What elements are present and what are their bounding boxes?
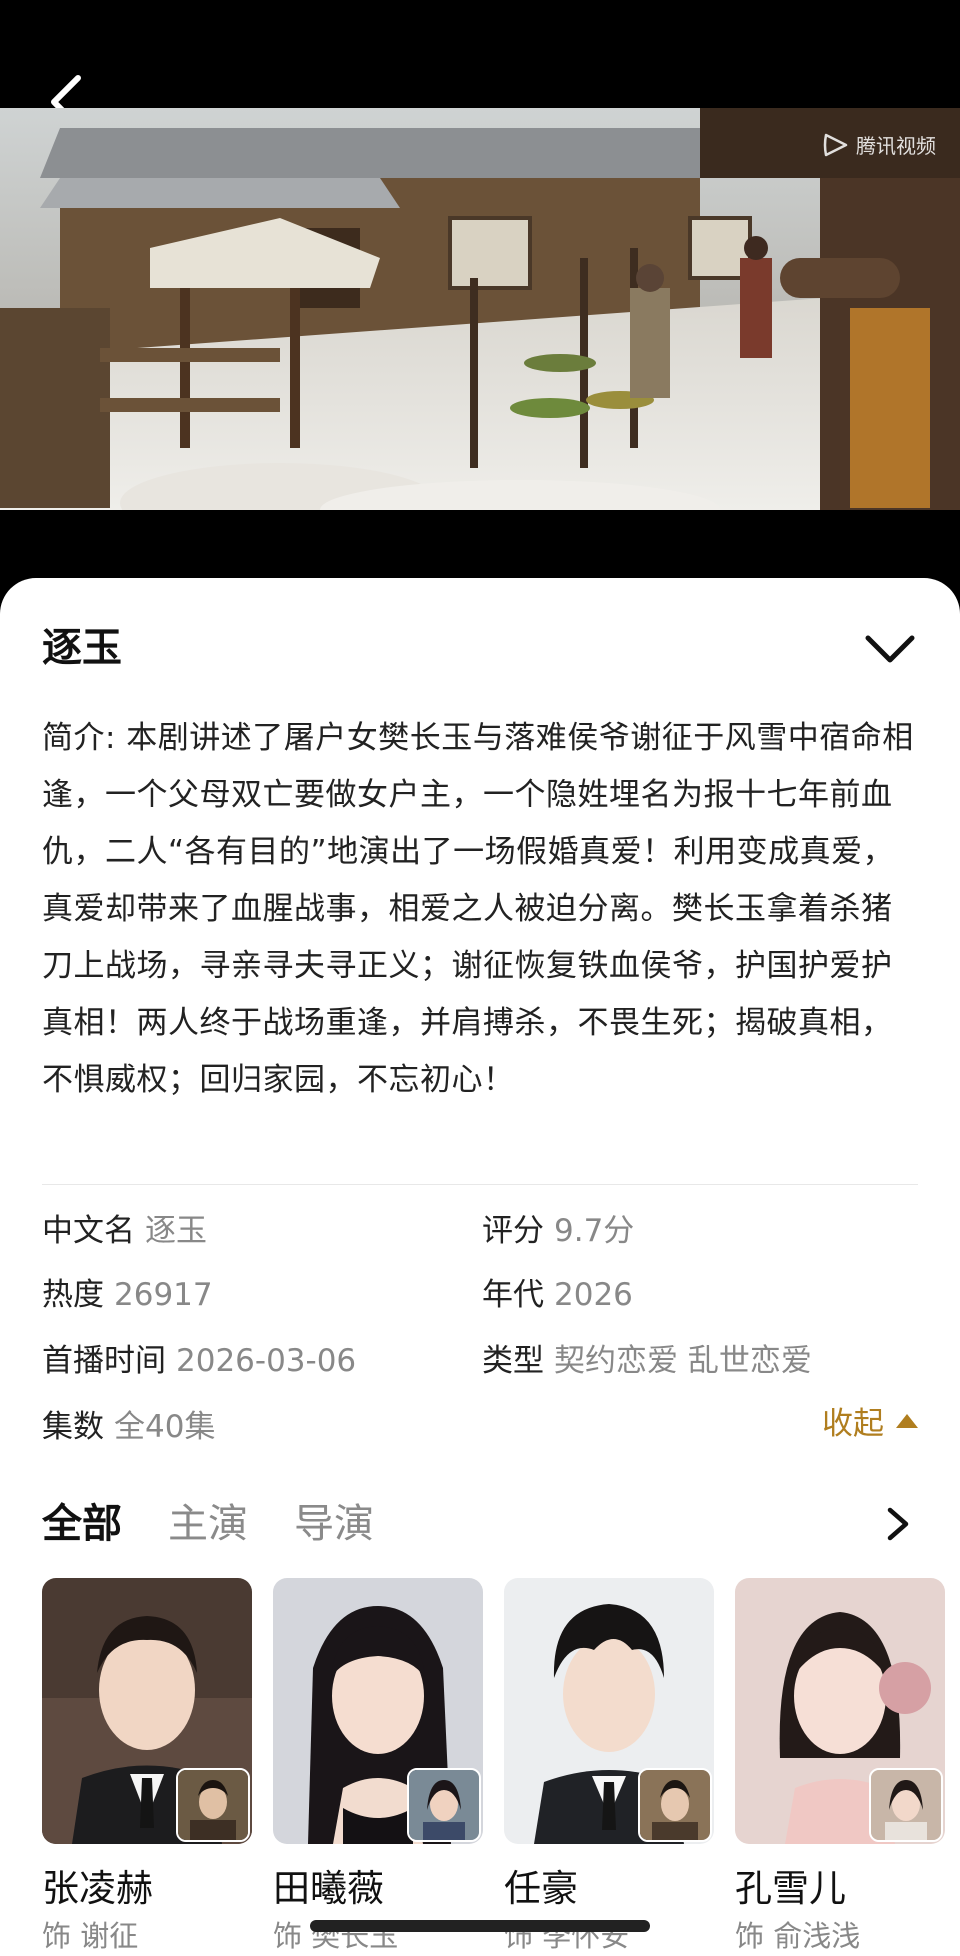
character-thumbnail	[176, 1768, 250, 1842]
collapse-label: 收起	[822, 1406, 884, 1442]
info-value: 2026	[554, 1277, 633, 1313]
info-label: 首播时间	[42, 1343, 166, 1379]
video-player[interactable]: 腾讯视频	[0, 108, 960, 510]
cast-card[interactable]: 任豪 饰 李怀安	[504, 1578, 714, 1956]
info-cn-name: 中文名 逐玉	[42, 1208, 207, 1254]
info-genre: 类型 契约恋爱 乱世恋爱	[482, 1338, 812, 1384]
info-value: 9.7分	[554, 1213, 635, 1249]
cast-more-button[interactable]	[878, 1504, 918, 1544]
role-name: 饰 俞浅浅	[735, 1919, 861, 1953]
info-year: 年代 2026	[482, 1272, 633, 1318]
info-premiere: 首播时间 2026-03-06	[42, 1338, 356, 1384]
info-label: 评分	[482, 1213, 544, 1249]
tab-all[interactable]: 全部	[42, 1494, 122, 1554]
actor-name: 田曦薇	[273, 1867, 384, 1910]
tab-lead-actors[interactable]: 主演	[168, 1494, 248, 1554]
play-logo-icon	[823, 133, 848, 156]
actor-photo	[504, 1578, 714, 1844]
collapse-sheet-button[interactable]	[862, 628, 918, 672]
info-label: 类型	[482, 1343, 544, 1379]
actor-photo	[273, 1578, 483, 1844]
character-thumbnail	[407, 1768, 481, 1842]
tab-directors[interactable]: 导演	[294, 1494, 374, 1554]
cast-card[interactable]: 张凌赫 饰 谢征	[42, 1578, 252, 1956]
watermark-text: 腾讯视频	[856, 134, 936, 158]
actor-photo	[42, 1578, 252, 1844]
triangle-up-icon	[896, 1413, 918, 1428]
info-value: 26917	[114, 1277, 213, 1313]
show-title: 逐玉	[42, 625, 122, 671]
info-label: 年代	[482, 1277, 544, 1313]
divider	[42, 1184, 918, 1185]
character-thumbnail	[869, 1768, 943, 1842]
info-heat: 热度 26917	[42, 1272, 213, 1318]
cast-card[interactable]: 孔雪儿 饰 俞浅浅	[735, 1578, 945, 1956]
video-area: 腾讯视频	[0, 0, 960, 600]
info-label: 热度	[42, 1277, 104, 1313]
chevron-down-icon	[865, 635, 915, 663]
info-episodes: 集数 全40集	[42, 1404, 215, 1450]
cast-tabs: 全部 主演 导演	[42, 1494, 918, 1554]
info-score: 评分 9.7分	[482, 1208, 634, 1254]
actor-name: 任豪	[504, 1867, 578, 1910]
info-value: 全40集	[114, 1409, 216, 1445]
actor-name: 张凌赫	[42, 1867, 153, 1910]
actor-name: 孔雪儿	[735, 1867, 846, 1910]
home-indicator[interactable]	[310, 1920, 650, 1932]
chevron-right-icon	[887, 1507, 909, 1541]
info-label: 集数	[42, 1409, 104, 1445]
info-value: 2026-03-06	[176, 1343, 357, 1379]
cast-list: 张凌赫 饰 谢征 田曦薇 饰 樊长玉 任豪 饰 李怀安 孔雪儿 饰 俞浅浅	[42, 1578, 960, 1956]
character-thumbnail	[638, 1768, 712, 1842]
cast-card[interactable]: 田曦薇 饰 樊长玉	[273, 1578, 483, 1956]
synopsis-text: 简介: 本剧讲述了屠户女樊长玉与落难侯爷谢征于风雪中宿命相逢，一个父母双亡要做女…	[42, 720, 914, 1098]
info-label: 中文名	[42, 1213, 135, 1249]
title-row: 逐玉	[42, 618, 918, 678]
actor-photo	[735, 1578, 945, 1844]
watermark: 腾讯视频	[822, 130, 936, 159]
info-value: 契约恋爱 乱世恋爱	[554, 1343, 812, 1379]
role-name: 饰 谢征	[42, 1919, 139, 1953]
info-value: 逐玉	[145, 1213, 207, 1249]
collapse-info-button[interactable]: 收起	[822, 1398, 918, 1443]
detail-sheet: 逐玉 简介: 本剧讲述了屠户女樊长玉与落难侯爷谢征于风雪中宿命相逢，一个父母双亡…	[0, 578, 960, 1956]
